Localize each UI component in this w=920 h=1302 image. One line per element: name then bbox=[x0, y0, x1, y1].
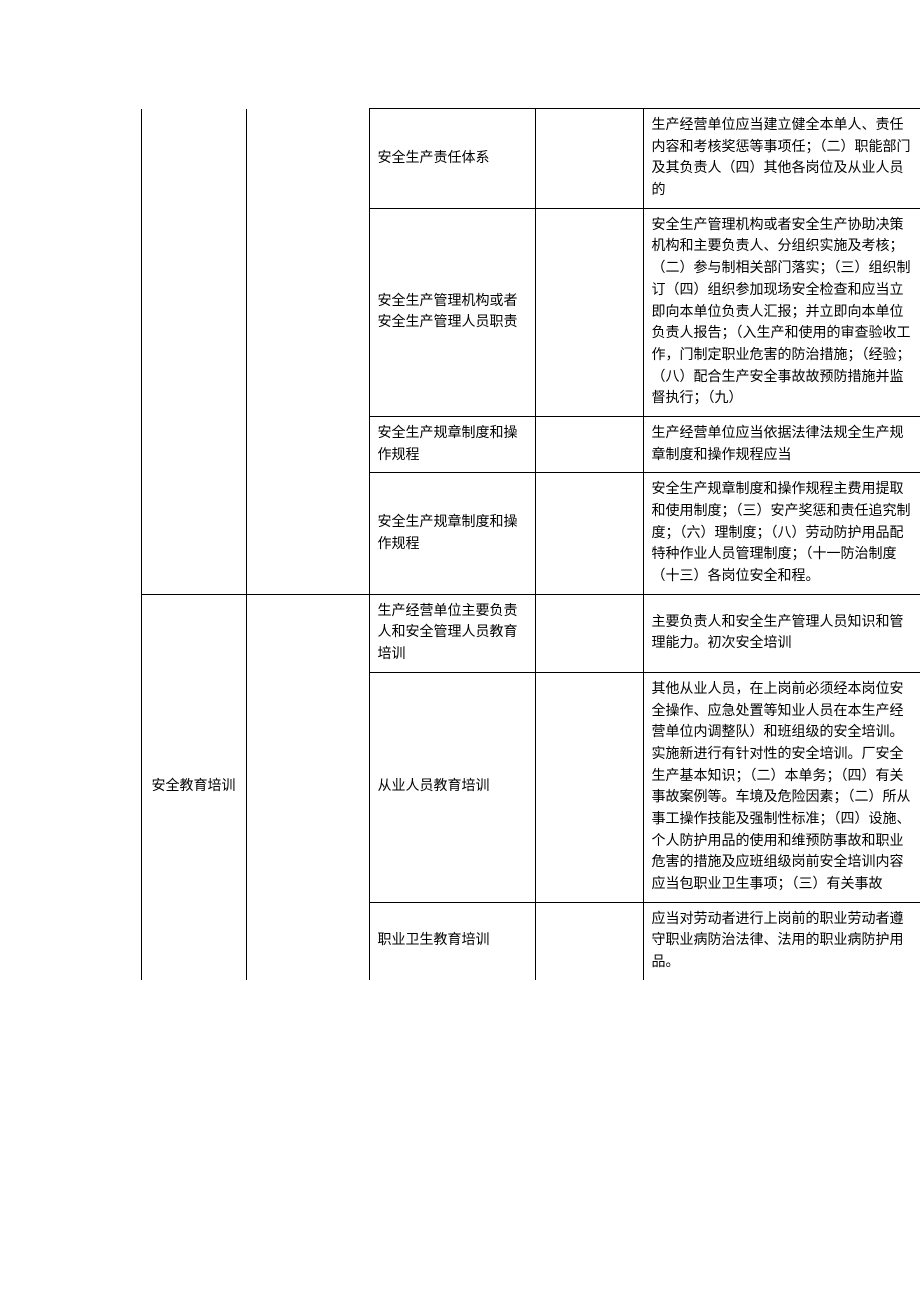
item-desc: 生产经营单位应当建立健全本单人、责任内容和考核奖惩等事项任；（二）职能部门及其负… bbox=[643, 109, 920, 209]
col-2-blank bbox=[246, 109, 369, 595]
col-4-blank bbox=[535, 416, 643, 472]
item-desc: 安全生产规章制度和操作规程主费用提取和使用制度；（三）安产奖惩和责任追究制度；（… bbox=[643, 473, 920, 594]
item-title: 安全生产管理机构或者安全生产管理人员职责 bbox=[369, 208, 535, 416]
col-4-blank bbox=[535, 594, 643, 672]
item-title: 职业卫生教育培训 bbox=[369, 902, 535, 980]
item-desc: 其他从业人员，在上岗前必须经本岗位安全操作、应急处置等知业人员在本生产经营单位内… bbox=[643, 672, 920, 902]
item-title: 安全生产规章制度和操作规程 bbox=[369, 473, 535, 594]
col-2-blank bbox=[246, 594, 369, 980]
col-1-blank bbox=[141, 109, 246, 595]
col-0-blank bbox=[0, 109, 141, 980]
col-4-blank bbox=[535, 473, 643, 594]
col-4-blank bbox=[535, 902, 643, 980]
document-page: 安全生产责任体系 生产经营单位应当建立健全本单人、责任内容和考核奖惩等事项任；（… bbox=[0, 0, 920, 1302]
item-title: 生产经营单位主要负责人和安全管理人员教育培训 bbox=[369, 594, 535, 672]
section-b-cell: 安全教育培训 bbox=[141, 594, 246, 980]
table-row: 安全生产责任体系 生产经营单位应当建立健全本单人、责任内容和考核奖惩等事项任；（… bbox=[0, 109, 920, 209]
item-title: 从业人员教育培训 bbox=[369, 672, 535, 902]
col-4-blank bbox=[535, 672, 643, 902]
item-desc: 安全生产管理机构或者安全生产协助决策机构和主要负责人、分组织实施及考核；（二）参… bbox=[643, 208, 920, 416]
item-desc: 应当对劳动者进行上岗前的职业劳动者遵守职业病防治法律、法用的职业病防护用品。 bbox=[643, 902, 920, 980]
item-title: 安全生产规章制度和操作规程 bbox=[369, 416, 535, 472]
item-desc: 主要负责人和安全生产管理人员知识和管理能力。初次安全培训 bbox=[643, 594, 920, 672]
item-title: 安全生产责任体系 bbox=[369, 109, 535, 209]
item-desc: 生产经营单位应当依据法律法规全生产规章制度和操作规程应当 bbox=[643, 416, 920, 472]
section-b-label: 安全教育培训 bbox=[152, 779, 236, 794]
col-4-blank bbox=[535, 109, 643, 209]
col-4-blank bbox=[535, 208, 643, 416]
standards-table: 安全生产责任体系 生产经营单位应当建立健全本单人、责任内容和考核奖惩等事项任；（… bbox=[0, 108, 920, 980]
